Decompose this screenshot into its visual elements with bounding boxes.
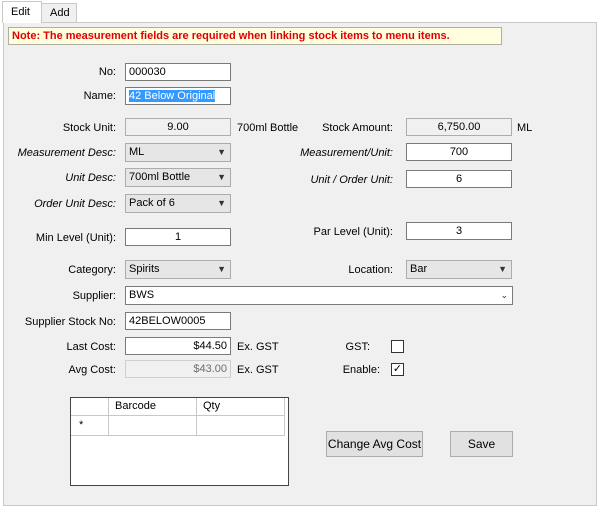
barcode-grid[interactable]: Barcode Qty * <box>70 397 289 486</box>
measurement-desc-select[interactable]: ML ▼ <box>125 143 231 162</box>
last-cost-suffix: Ex. GST <box>237 341 279 353</box>
no-field[interactable]: 000030 <box>125 63 231 81</box>
order-unit-desc-label: Order Unit Desc: <box>34 198 116 210</box>
change-avg-cost-button[interactable]: Change Avg Cost <box>326 431 423 457</box>
order-unit-desc-select[interactable]: Pack of 6 ▼ <box>125 194 231 213</box>
save-button[interactable]: Save <box>450 431 513 457</box>
enable-checkbox[interactable]: ✓ <box>391 363 404 376</box>
chevron-down-icon: ▼ <box>217 198 226 208</box>
chevron-down-icon: ▼ <box>217 147 226 157</box>
chevron-down-icon: ▼ <box>217 172 226 182</box>
avg-cost-suffix: Ex. GST <box>237 364 279 376</box>
measurement-desc-value: ML <box>129 146 145 158</box>
supplier-stock-no-label: Supplier Stock No: <box>24 316 116 328</box>
name-label: Name: <box>83 90 116 102</box>
category-value: Spirits <box>129 263 160 275</box>
stock-amount-suffix: ML <box>517 122 533 134</box>
check-icon: ✓ <box>392 363 403 375</box>
measurement-unit-label: Measurement/Unit: <box>300 147 393 159</box>
stock-amount-label: Stock Amount: <box>322 122 393 134</box>
grid-cell-qty[interactable] <box>197 416 285 436</box>
location-select[interactable]: Bar ▼ <box>406 260 512 279</box>
stock-unit-field: 9.00 <box>125 118 231 136</box>
stock-unit-suffix: 700ml Bottle <box>237 122 299 134</box>
supplier-select[interactable]: BWS ⌄ <box>125 286 513 305</box>
stock-amount-field: 6,750.00 <box>406 118 512 136</box>
unit-desc-value: 700ml Bottle <box>129 171 191 183</box>
last-cost-label: Last Cost: <box>66 341 116 353</box>
chevron-down-icon: ▼ <box>217 264 226 274</box>
tab-edit[interactable]: Edit <box>2 1 42 23</box>
par-level-field[interactable]: 3 <box>406 222 512 240</box>
order-unit-desc-value: Pack of 6 <box>129 197 175 209</box>
last-cost-field[interactable]: $44.50 <box>125 337 231 355</box>
par-level-label: Par Level (Unit): <box>313 226 393 238</box>
unit-desc-label: Unit Desc: <box>65 172 116 184</box>
name-selected-text: 42 Below Original <box>129 90 216 102</box>
measurement-unit-field[interactable]: 700 <box>406 143 512 161</box>
supplier-stock-no-field[interactable]: 42BELOW0005 <box>125 312 231 330</box>
gst-checkbox[interactable] <box>391 340 404 353</box>
name-field[interactable]: 42 Below Original <box>125 87 231 105</box>
min-level-label: Min Level (Unit): <box>35 232 116 244</box>
enable-label: Enable: <box>342 364 380 376</box>
supplier-label: Supplier: <box>72 290 116 302</box>
grid-header-qty[interactable]: Qty <box>197 398 285 416</box>
grid-header-barcode[interactable]: Barcode <box>109 398 197 416</box>
unit-order-unit-label: Unit / Order Unit: <box>310 174 393 186</box>
avg-cost-label: Avg Cost: <box>68 364 117 376</box>
grid-row-header-corner <box>71 398 109 416</box>
note-banner: Note: The measurement fields are require… <box>8 27 502 45</box>
grid-cell-barcode[interactable] <box>109 416 197 436</box>
chevron-down-icon: ▼ <box>498 264 507 274</box>
location-value: Bar <box>410 263 428 275</box>
no-label: No: <box>98 66 116 78</box>
tab-strip: Edit Add <box>0 0 602 23</box>
min-level-field[interactable]: 1 <box>125 228 231 246</box>
measurement-desc-label: Measurement Desc: <box>17 147 116 159</box>
tab-add[interactable]: Add <box>41 3 77 22</box>
avg-cost-field: $43.00 <box>125 360 231 378</box>
grid-new-row-marker: * <box>71 416 109 436</box>
supplier-value: BWS <box>129 289 155 301</box>
unit-desc-select[interactable]: 700ml Bottle ▼ <box>125 168 231 187</box>
category-label: Category: <box>68 264 116 276</box>
category-select[interactable]: Spirits ▼ <box>125 260 231 279</box>
gst-label: GST: <box>345 341 370 353</box>
location-label: Location: <box>348 264 393 276</box>
stock-unit-label: Stock Unit: <box>62 122 116 134</box>
chevron-down-icon: ⌄ <box>500 290 508 300</box>
unit-order-unit-field[interactable]: 6 <box>406 170 512 188</box>
